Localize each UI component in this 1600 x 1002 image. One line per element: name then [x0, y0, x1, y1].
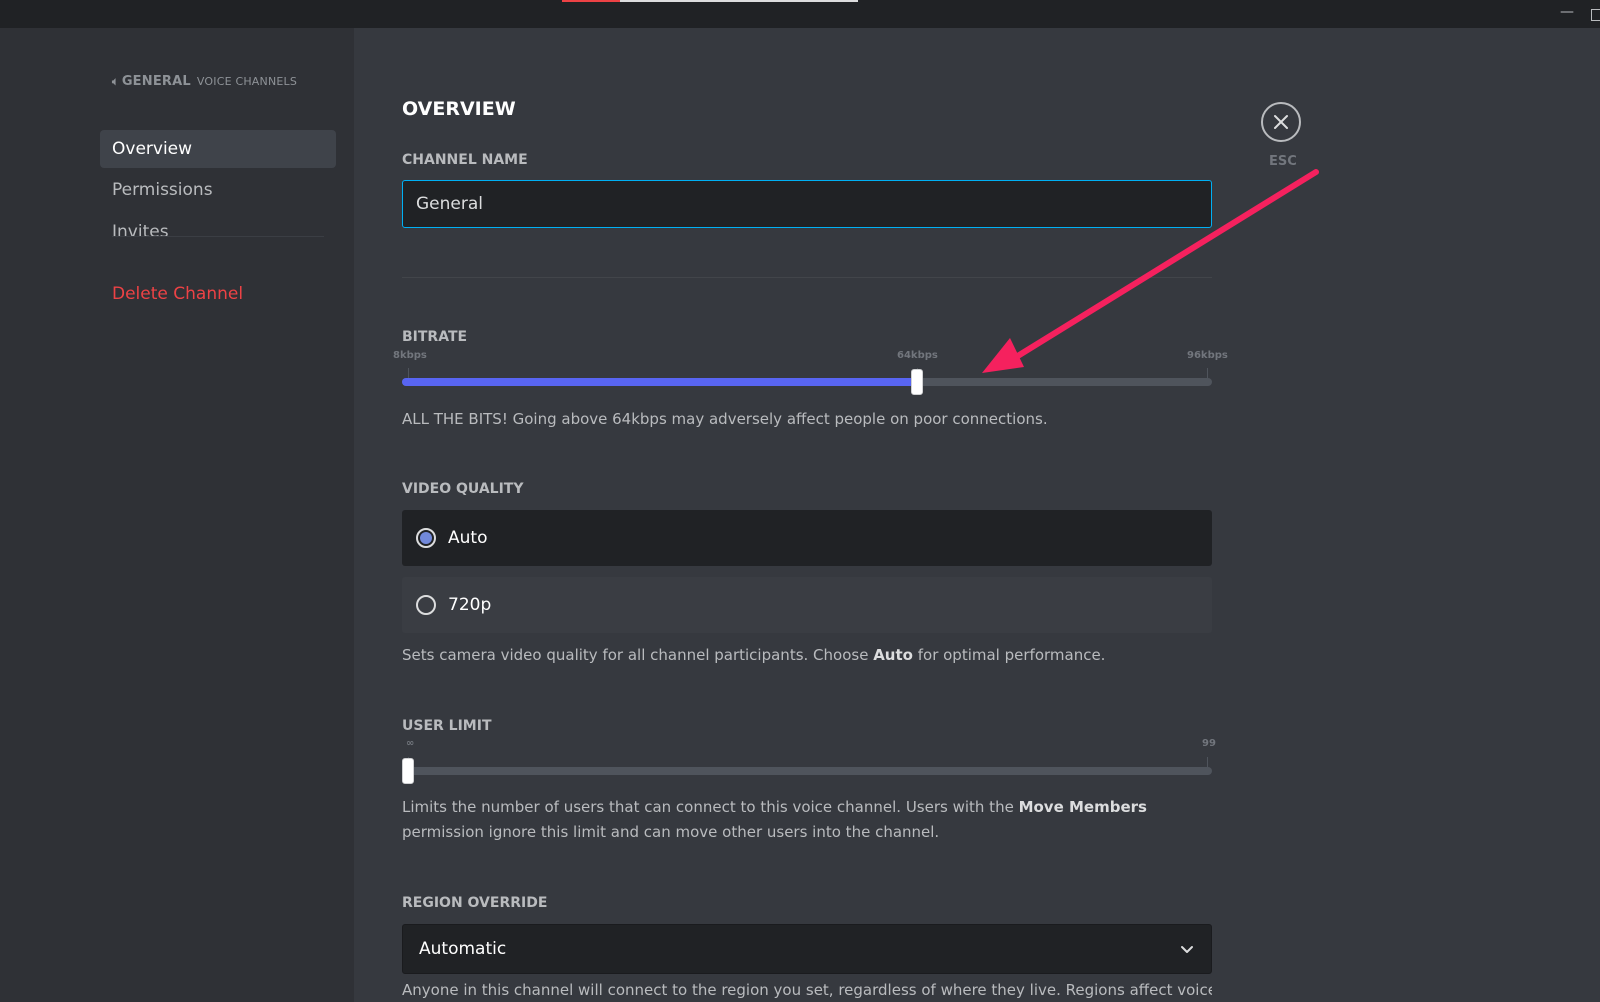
- bitrate-max-label: 96kbps: [1187, 350, 1228, 361]
- video-quality-label: VIDEO QUALITY: [402, 481, 524, 497]
- sidebar-item-permissions[interactable]: Permissions: [100, 171, 336, 209]
- annotation-arrow-head: [982, 338, 1024, 373]
- user-limit-description-end: permission ignore this limit and can mov…: [402, 823, 940, 841]
- video-quality-option-label: 720p: [448, 595, 492, 615]
- sidebar-channel-name: GENERAL: [121, 74, 191, 89]
- window-titlebar: —: [0, 0, 1600, 28]
- video-quality-option-720p[interactable]: 720p: [402, 577, 1212, 633]
- maximize-icon[interactable]: [1591, 9, 1600, 21]
- sidebar-item-label: Overview: [112, 139, 193, 159]
- sidebar-divider: [112, 236, 324, 237]
- region-override-label: REGION OVERRIDE: [402, 895, 548, 911]
- sidebar-item-label: Permissions: [112, 180, 213, 200]
- region-select[interactable]: Automatic: [402, 924, 1212, 974]
- radio-selected-icon: [416, 528, 436, 548]
- bitrate-mid-label: 64kbps: [897, 350, 938, 361]
- user-limit-label: USER LIMIT: [402, 718, 492, 734]
- video-quality-option-label: Auto: [448, 528, 488, 548]
- radio-unselected-icon: [416, 595, 436, 615]
- sidebar-item-label: Invites: [112, 222, 169, 242]
- minimize-icon[interactable]: —: [1560, 4, 1574, 20]
- speaker-icon: 🔈︎: [112, 74, 119, 88]
- video-quality-description-start: Sets camera video quality for all channe…: [402, 646, 874, 664]
- titlebar-tab-indicator-red: [562, 0, 620, 2]
- sidebar-header: 🔈︎ GENERAL VOICE CHANNELS: [112, 74, 297, 89]
- bitrate-slider-track[interactable]: [402, 378, 1212, 386]
- video-quality-description-bold: Auto: [873, 646, 913, 664]
- sidebar-channel-category: VOICE CHANNELS: [196, 75, 298, 88]
- channel-name-input[interactable]: [402, 180, 1212, 228]
- close-icon: [1274, 115, 1288, 129]
- user-limit-description-bold: Move Members: [1018, 798, 1147, 816]
- section-divider: [402, 277, 1212, 278]
- video-quality-description-end: for optimal performance.: [912, 646, 1106, 664]
- channel-name-label: CHANNEL NAME: [402, 152, 528, 168]
- user-limit-min-label: ∞: [406, 738, 415, 749]
- video-quality-description: Sets camera video quality for all channe…: [402, 643, 1212, 668]
- video-quality-option-auto[interactable]: Auto: [402, 510, 1212, 566]
- user-limit-slider-track[interactable]: [402, 767, 1212, 775]
- page-title: OVERVIEW: [402, 98, 516, 120]
- user-limit-description-start: Limits the number of users that can conn…: [402, 798, 1019, 816]
- esc-label: ESC: [1269, 154, 1297, 169]
- user-limit-max-label: 99: [1202, 738, 1216, 749]
- chevron-down-icon: [1181, 946, 1193, 953]
- bitrate-description: ALL THE BITS! Going above 64kbps may adv…: [402, 410, 1048, 428]
- region-override-description: Anyone in this channel will connect to t…: [402, 981, 1212, 999]
- bitrate-slider-handle[interactable]: [911, 369, 923, 395]
- bitrate-min-label: 8kbps: [393, 350, 427, 361]
- delete-channel-button[interactable]: Delete Channel: [100, 275, 336, 313]
- delete-channel-label: Delete Channel: [112, 284, 244, 304]
- sidebar-item-invites[interactable]: Invites: [100, 213, 336, 251]
- sidebar-item-overview[interactable]: Overview: [100, 130, 336, 168]
- region-select-value: Automatic: [419, 939, 507, 959]
- user-limit-description: Limits the number of users that can conn…: [402, 795, 1212, 845]
- user-limit-slider-handle[interactable]: [402, 758, 414, 784]
- close-button[interactable]: [1261, 102, 1301, 142]
- titlebar-tab-indicator: [620, 0, 858, 2]
- bitrate-label: BITRATE: [402, 329, 468, 345]
- bitrate-slider-fill: [402, 378, 917, 386]
